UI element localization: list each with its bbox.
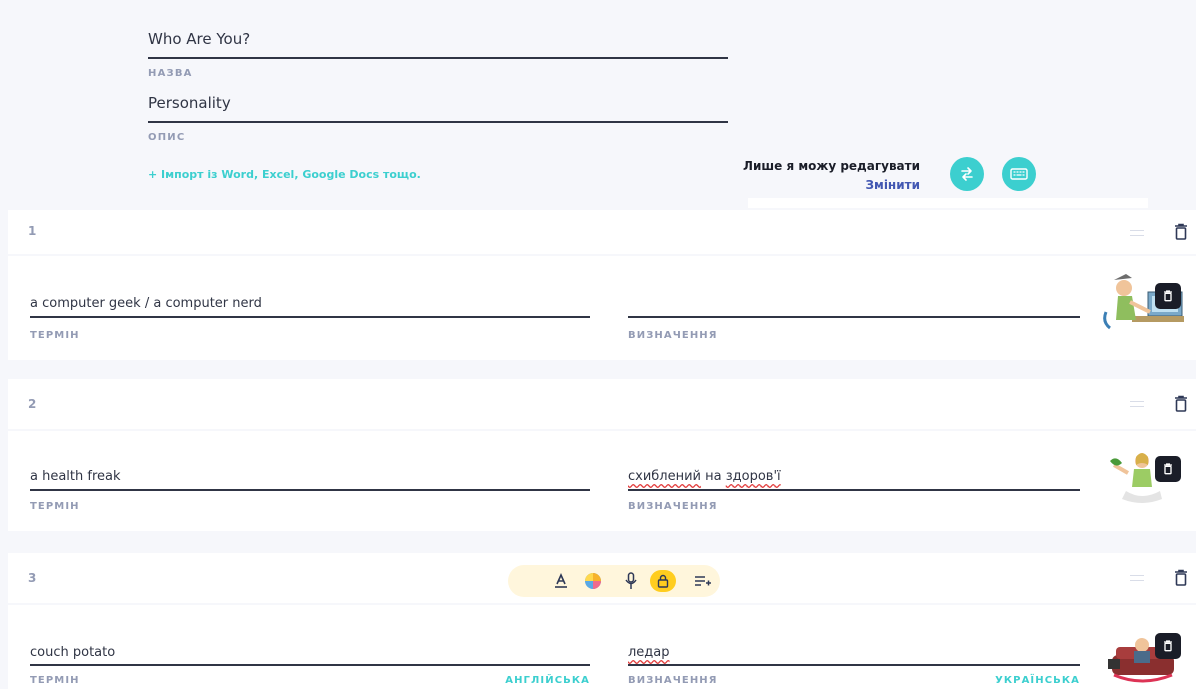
term-input[interactable]: a computer geek / a computer nerd [30, 296, 262, 311]
card-header: 1 [8, 210, 1196, 256]
definition-language-selector[interactable]: УКРАЇНСЬКА [938, 675, 1080, 686]
lock-icon[interactable] [650, 570, 676, 592]
card-number: 1 [28, 224, 37, 238]
drag-handle-icon[interactable] [1130, 230, 1144, 236]
term-input[interactable]: a health freak [30, 469, 121, 484]
trash-icon [1164, 290, 1172, 302]
permissions-text: Лише я можу редагувати [743, 159, 920, 173]
definition-word-misspelled: ледар [628, 645, 670, 660]
permissions-change-link[interactable]: Змінити [700, 178, 920, 192]
card-number: 2 [28, 397, 37, 411]
term-underline [30, 316, 590, 318]
delete-image-button[interactable] [1155, 456, 1181, 482]
definition-input[interactable]: схиблений на здоров'ї [628, 469, 781, 484]
description-underline [148, 121, 728, 123]
definition-underline [628, 489, 1080, 491]
format-toolbar [508, 565, 720, 597]
drag-handle-icon[interactable] [1130, 575, 1144, 581]
keyboard-shortcuts-button[interactable] [1002, 157, 1036, 191]
trash-icon[interactable] [1174, 223, 1188, 241]
term-label: ТЕРМІН [30, 675, 80, 686]
term-label: ТЕРМІН [30, 501, 80, 512]
definition-word-misspelled: схиблений [628, 469, 702, 484]
term-underline [30, 664, 590, 666]
card-2: 2 a health freak ТЕРМІН схиблений на здо… [8, 379, 1196, 531]
trash-icon [1164, 640, 1172, 652]
import-link[interactable]: + Імпорт із Word, Excel, Google Docs тощ… [148, 168, 421, 181]
drag-handle-icon[interactable] [1130, 401, 1144, 407]
definition-label: ВИЗНАЧЕННЯ [628, 501, 718, 512]
permissions-divider [748, 198, 1148, 208]
swap-terms-button[interactable] [950, 157, 984, 191]
text-format-icon[interactable] [550, 570, 572, 592]
definition-input[interactable]: ледар [628, 645, 670, 660]
card-number: 3 [28, 571, 37, 585]
definition-word: на [701, 469, 726, 484]
description-input[interactable]: Personality [148, 94, 231, 112]
card-1: 1 a computer geek / a computer nerd ТЕРМ… [8, 210, 1196, 360]
delete-image-button[interactable] [1155, 283, 1181, 309]
term-language-selector[interactable]: АНГЛІЙСЬКА [448, 675, 590, 686]
delete-image-button[interactable] [1155, 633, 1181, 659]
keyboard-icon [1010, 168, 1028, 180]
definition-underline [628, 664, 1080, 666]
term-underline [30, 489, 590, 491]
card-header: 2 [8, 379, 1196, 431]
trash-icon[interactable] [1174, 569, 1188, 587]
color-picker-icon[interactable] [582, 570, 604, 592]
title-input[interactable]: Who Are You? [148, 30, 250, 48]
trash-icon [1164, 463, 1172, 475]
trash-icon[interactable] [1174, 395, 1188, 413]
definition-word-misspelled: здоров'ї [725, 469, 781, 484]
definition-label: ВИЗНАЧЕННЯ [628, 330, 718, 341]
title-label: НАЗВА [148, 68, 193, 79]
term-input[interactable]: couch potato [30, 645, 115, 660]
title-underline [148, 57, 728, 59]
definition-underline [628, 316, 1080, 318]
definition-label: ВИЗНАЧЕННЯ [628, 675, 718, 686]
add-list-icon[interactable] [692, 570, 714, 592]
swap-arrows-icon [961, 167, 973, 181]
term-label: ТЕРМІН [30, 330, 80, 341]
microphone-icon[interactable] [620, 570, 642, 592]
description-label: ОПИС [148, 132, 186, 143]
